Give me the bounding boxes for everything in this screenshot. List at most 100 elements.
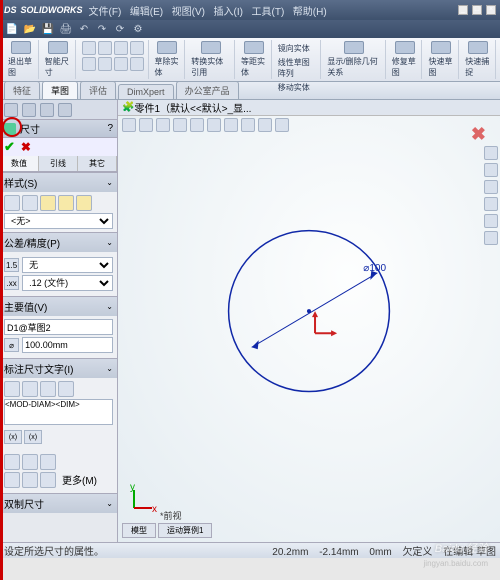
menu-insert[interactable]: 插入(I) [214, 7, 243, 18]
pv-value-input[interactable] [22, 337, 113, 353]
style-del-fav-icon[interactable] [58, 195, 74, 211]
dimtxt-add-before[interactable]: (x) [4, 430, 22, 444]
chevron-down-icon[interactable]: ⌄ [106, 178, 113, 187]
sec-pv-hdr[interactable]: 主要值(V) [4, 299, 47, 314]
tool-circle-icon[interactable] [114, 41, 128, 55]
pm-subtab-other[interactable]: 其它 [78, 156, 117, 171]
ribbon-smart-dim[interactable]: 智能尺寸 [41, 40, 76, 79]
pm-pin-icon[interactable]: ? [107, 123, 113, 134]
tool-spline-icon[interactable] [82, 57, 96, 71]
menu-tools[interactable]: 工具(T) [252, 7, 285, 18]
dimtxt-sym1-icon[interactable] [4, 454, 20, 470]
quick-access-toolbar: 📄 📂 💾 🖨 ↶ ↷ ⟳ ⚙ [0, 20, 500, 38]
annotation-red-bar [0, 0, 3, 580]
sec-dimtxt-hdr[interactable]: 标注尺寸文字(I) [4, 361, 73, 376]
tool-poly-icon[interactable] [98, 57, 112, 71]
ribbon-trim[interactable]: 草除实体 [151, 40, 186, 79]
tool-point-icon[interactable] [114, 57, 128, 71]
ribbon-sketch-tools [78, 40, 149, 79]
dimtxt-sym3-icon[interactable] [40, 454, 56, 470]
tab-sketch[interactable]: 草图 [42, 81, 78, 99]
ribbon-rapid[interactable]: 快速草图 [424, 40, 459, 79]
menu-help[interactable]: 帮助(H) [293, 7, 327, 18]
tool-arc-icon[interactable] [130, 41, 144, 55]
tab-office[interactable]: 办公室产品 [176, 81, 239, 99]
ribbon-convert[interactable]: 转换实体引用 [187, 40, 235, 79]
ribbon-snap[interactable]: 快速捕捉 [461, 40, 496, 79]
tool-line-icon[interactable] [82, 41, 96, 55]
qat-save-icon[interactable]: 💾 [42, 23, 54, 35]
chevron-down-icon[interactable]: ⌄ [106, 238, 113, 247]
svg-text:y: y [130, 484, 135, 493]
tol-prec-select[interactable]: .12 (文件) [22, 275, 113, 291]
qat-options-icon[interactable]: ⚙ [132, 23, 144, 35]
justify-center-icon[interactable] [22, 381, 38, 397]
menu-file[interactable]: 文件(F) [89, 7, 122, 18]
pm-tab-display-icon[interactable] [58, 103, 72, 117]
dimtxt-more-button[interactable]: 更多(M) [58, 472, 101, 488]
menu-edit[interactable]: 编辑(E) [130, 7, 163, 18]
dimtxt-sym2-icon[interactable] [22, 454, 38, 470]
dimtxt-sym5-icon[interactable] [22, 472, 38, 488]
qat-new-icon[interactable]: 📄 [6, 23, 18, 35]
ribbon-move[interactable]: 移动实体 [278, 82, 310, 93]
style-apply-icon[interactable] [4, 195, 20, 211]
qat-print-icon[interactable]: 🖨 [60, 23, 72, 35]
bottom-tab-motion[interactable]: 运动算例1 [158, 523, 212, 538]
ribbon-offset[interactable]: 等距实体 [237, 40, 272, 79]
qat-rebuild-icon[interactable]: ⟳ [114, 23, 126, 35]
chevron-down-icon[interactable]: ⌄ [106, 499, 113, 508]
ribbon-pattern[interactable]: 线性草图阵列 [278, 57, 317, 79]
pm-title: 尺寸 [20, 121, 40, 136]
pv-name-input[interactable] [4, 319, 113, 335]
tool-text-icon[interactable] [130, 57, 144, 71]
style-preset-select[interactable]: <无> [4, 213, 113, 229]
tab-evaluate[interactable]: 评估 [80, 81, 116, 99]
ribbon-relations[interactable]: 显示/删除几何关系 [323, 40, 385, 79]
bottom-tab-model[interactable]: 模型 [122, 523, 156, 538]
chevron-down-icon[interactable]: ⌄ [106, 302, 113, 311]
pm-subtab-lead[interactable]: 引线 [39, 156, 78, 171]
dimtxt-textarea[interactable]: <MOD-DIAM><DIM> [4, 399, 113, 425]
qat-undo-icon[interactable]: ↶ [78, 23, 90, 35]
chevron-down-icon[interactable]: ⌄ [106, 364, 113, 373]
style-update-icon[interactable] [22, 195, 38, 211]
pm-tab-feature-icon[interactable] [4, 103, 18, 117]
style-add-fav-icon[interactable] [40, 195, 56, 211]
dimension-line[interactable] [252, 273, 378, 347]
dimension-label[interactable]: ⌀100 [363, 263, 386, 274]
menu-view[interactable]: 视图(V) [172, 7, 205, 18]
pm-tab-config-icon[interactable] [40, 103, 54, 117]
tol-type-select[interactable]: 无 [22, 257, 113, 273]
dimtxt-sym6-icon[interactable] [40, 472, 56, 488]
ribbon-mirror[interactable]: 镜向实体 [278, 43, 310, 54]
justify-right-icon[interactable] [40, 381, 56, 397]
ribbon-exit-sketch[interactable]: 退出草图 [4, 40, 39, 79]
tool-rect-icon[interactable] [98, 41, 112, 55]
status-coord-y: -2.14mm [319, 547, 358, 558]
justify-left-icon[interactable] [4, 381, 20, 397]
style-load-fav-icon[interactable] [76, 195, 92, 211]
pm-tab-property-icon[interactable] [22, 103, 36, 117]
dimtxt-add-after[interactable]: (x) [24, 430, 42, 444]
sec-style-hdr[interactable]: 样式(S) [4, 175, 37, 190]
window-max-icon[interactable]: □ [472, 5, 482, 15]
dimtxt-sym4-icon[interactable] [4, 472, 20, 488]
qat-redo-icon[interactable]: ↷ [96, 23, 108, 35]
window-close-icon[interactable]: × [486, 5, 496, 15]
pm-ok-button[interactable]: ✔ [4, 139, 15, 155]
sketch-canvas[interactable]: ⌀100 [118, 100, 500, 544]
pm-subtab-value[interactable]: 数值 [0, 156, 39, 171]
qat-open-icon[interactable]: 📂 [24, 23, 36, 35]
tab-dimxpert[interactable]: DimXpert [118, 84, 174, 99]
window-min-icon[interactable]: _ [458, 5, 468, 15]
app-brand: SOLIDWORKS [21, 5, 83, 15]
ribbon-repair[interactable]: 修复草图 [388, 40, 423, 79]
tab-features[interactable]: 特征 [4, 81, 40, 99]
sec-dual-hdr[interactable]: 双制尺寸 [4, 496, 44, 511]
sec-tol-hdr[interactable]: 公差/精度(P) [4, 235, 60, 250]
graphics-area[interactable]: 🧩 零件1（默认<<默认>_显... ✖ [118, 100, 500, 542]
pm-cancel-button[interactable]: ✖ [21, 140, 31, 154]
justify-top-icon[interactable] [58, 381, 74, 397]
status-hint: 设定所选尺寸的属性。 [4, 543, 264, 558]
